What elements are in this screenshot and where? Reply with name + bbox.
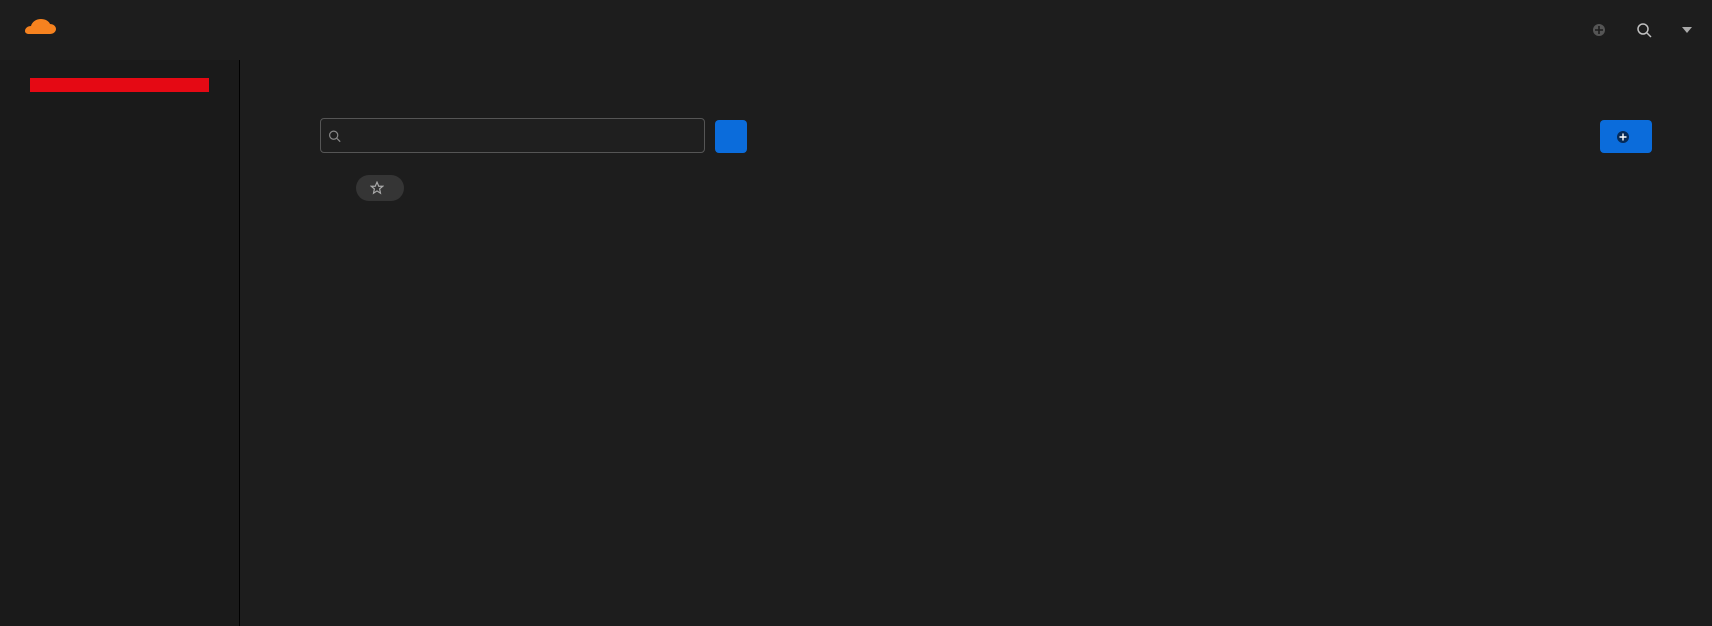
add-site-link[interactable]: [1592, 23, 1612, 37]
search-button[interactable]: [1636, 22, 1652, 38]
plus-circle-icon: [1592, 23, 1606, 37]
plus-circle-icon: [1616, 130, 1630, 144]
account-redacted: [30, 78, 209, 92]
search-icon: [1636, 22, 1652, 38]
caret-down-icon: [1682, 27, 1692, 33]
topbar: [0, 0, 1712, 60]
sidebar: [0, 60, 240, 626]
add-site-button[interactable]: [1600, 120, 1652, 153]
search-input[interactable]: [320, 118, 705, 153]
cloud-icon: [20, 19, 60, 39]
search-button[interactable]: [715, 120, 747, 153]
support-menu[interactable]: [1676, 27, 1692, 33]
star-icon: [370, 181, 384, 195]
main-content: [240, 60, 1712, 626]
brand-logo[interactable]: [20, 19, 60, 41]
filter-chip-starred[interactable]: [356, 175, 404, 201]
